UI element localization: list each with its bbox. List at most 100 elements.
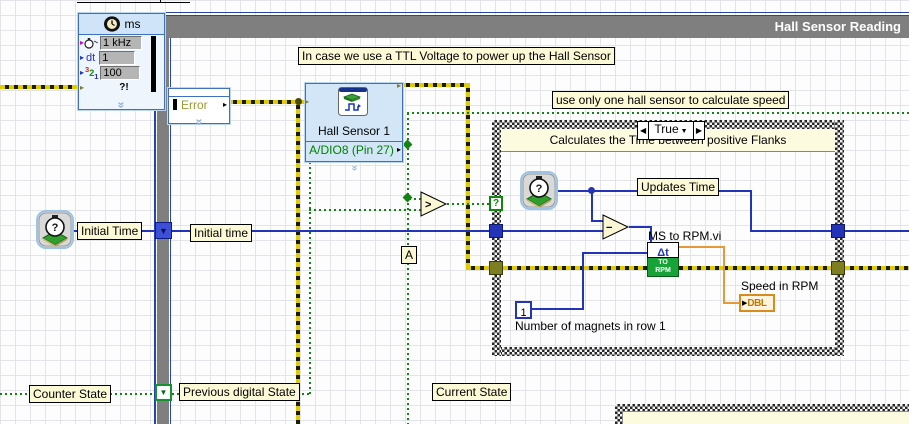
dt-label: dt bbox=[86, 51, 96, 64]
timed-loop-input-node[interactable]: ms ▸ 1 kHz ▸ dt 1 ▸ 321 100 ▸ ?! » bbox=[78, 13, 165, 110]
magnet-count-wire[interactable] bbox=[530, 308, 584, 310]
case-structure-border-left[interactable] bbox=[492, 120, 501, 356]
tunnel-error-out[interactable] bbox=[831, 261, 845, 275]
error-wire[interactable] bbox=[845, 266, 909, 270]
shift-register-digital-state[interactable]: ▼ bbox=[155, 384, 172, 401]
dt-field[interactable]: 1 bbox=[99, 50, 136, 65]
case-selector[interactable]: ◀ True ▼ ▶ bbox=[637, 121, 705, 140]
label-initial-time-constant[interactable]: Initial Time bbox=[77, 222, 143, 240]
wire-junction-diamond bbox=[402, 192, 413, 203]
hall-sensor-icon bbox=[338, 87, 368, 116]
case-selector-tunnel[interactable]: ? bbox=[489, 196, 503, 211]
count-field[interactable]: 100 bbox=[100, 65, 141, 80]
error-wire[interactable] bbox=[228, 100, 305, 104]
case-next-arrow[interactable]: ▶ bbox=[694, 123, 704, 138]
offscreen-node-edge bbox=[77, 2, 190, 3]
updates-time-wire[interactable] bbox=[845, 230, 909, 232]
321-glyph: 321 bbox=[85, 64, 99, 81]
to-rpm-box: TO RPM bbox=[647, 258, 679, 277]
label-previous-digital-state[interactable]: Previous digital State bbox=[179, 383, 300, 401]
case-selector-value[interactable]: True ▼ bbox=[648, 122, 694, 139]
comparison-result-wire[interactable] bbox=[447, 203, 490, 205]
tick-count-wire[interactable] bbox=[591, 191, 593, 221]
error-in-arrow-icon: ▸ bbox=[305, 97, 310, 106]
comment-one-sensor[interactable]: use only one hall sensor to calculate sp… bbox=[552, 91, 790, 109]
svg-text:−: − bbox=[606, 222, 612, 234]
speed-wire[interactable] bbox=[679, 246, 725, 248]
wire-junction-diamond bbox=[402, 139, 413, 150]
indicator-type: DBL bbox=[747, 297, 767, 309]
subtract-output-wire[interactable] bbox=[629, 226, 652, 228]
ms-to-rpm-subvi[interactable]: Δt TO RPM bbox=[647, 242, 679, 277]
case-structure-border-right[interactable] bbox=[835, 120, 844, 356]
hall-output-wire[interactable] bbox=[407, 112, 909, 114]
label-point-a[interactable]: A bbox=[401, 246, 418, 264]
error-wire[interactable] bbox=[401, 83, 470, 87]
hall-sensor-channel: A/DIO8 (Pin 27) bbox=[309, 143, 394, 157]
case2-border-left[interactable] bbox=[615, 404, 623, 424]
stopwatch-glyph-icon bbox=[84, 37, 99, 49]
svg-text:?: ? bbox=[52, 222, 59, 234]
error-expand-chevron[interactable]: » bbox=[169, 112, 229, 124]
speed-indicator-terminal[interactable]: ▶ DBL bbox=[739, 294, 775, 312]
output-arrow-icon: ▸ bbox=[396, 145, 401, 154]
case2-subdiagram-label bbox=[623, 412, 909, 424]
previous-state-wire[interactable] bbox=[309, 162, 311, 395]
error-wire-branch-down[interactable] bbox=[296, 100, 300, 424]
tunnel-error-in[interactable] bbox=[489, 261, 503, 275]
output-arrow-icon: ▸ bbox=[222, 99, 227, 109]
speed-wire[interactable] bbox=[723, 302, 739, 304]
magnet-count-constant[interactable]: 1 bbox=[515, 301, 532, 319]
blue-wire-junction bbox=[588, 187, 595, 194]
error-wire[interactable] bbox=[0, 85, 78, 89]
timed-loop-border-top[interactable] bbox=[78, 12, 909, 13]
hall-expand-chevron[interactable]: » bbox=[306, 156, 402, 169]
tunnel-initial-time-in[interactable] bbox=[489, 224, 503, 238]
error-node-row[interactable]: Error ▸ bbox=[169, 97, 229, 112]
error-wire[interactable] bbox=[466, 266, 490, 270]
ms-to-rpm-caption[interactable]: MS to RPM.vi bbox=[648, 229, 721, 243]
error-register-node[interactable]: Error ▸ » bbox=[168, 88, 230, 124]
shift-register-initial-time[interactable]: ▼ bbox=[155, 222, 172, 239]
timer-title: ms bbox=[124, 17, 141, 31]
labview-block-diagram: Hall Sensor Reading ms ▸ 1 kHz ▸ dt 1 ▸ … bbox=[0, 0, 909, 424]
speed-indicator-caption[interactable]: Speed in RPM bbox=[741, 279, 818, 293]
case-structure-border-bottom[interactable] bbox=[492, 347, 844, 356]
magnet-count-caption[interactable]: Number of magnets in row 1 bbox=[515, 319, 666, 333]
svg-text:?: ? bbox=[536, 183, 543, 195]
label-counter-state[interactable]: Counter State bbox=[29, 385, 112, 403]
case-prev-arrow[interactable]: ◀ bbox=[638, 123, 648, 138]
tick-count-icon[interactable]: ? bbox=[36, 210, 74, 249]
initial-time-wire[interactable] bbox=[503, 230, 605, 232]
timer-expand-chevron[interactable]: » bbox=[79, 95, 164, 109]
greater-than-operator[interactable]: > bbox=[420, 191, 448, 217]
timer-scrollbar[interactable] bbox=[151, 36, 156, 92]
label-current-state[interactable]: Current State bbox=[432, 383, 512, 401]
hall-sensor-name: Hall Sensor 1 bbox=[317, 124, 391, 138]
error-out-arrow-icon: ▸ bbox=[396, 81, 401, 90]
updates-time-wire[interactable] bbox=[716, 190, 752, 192]
tick-count-icon[interactable]: ? bbox=[520, 171, 558, 210]
loop-subdiagram-label-band[interactable]: Hall Sensor Reading bbox=[157, 16, 909, 38]
chevron-down-icon: » bbox=[192, 118, 206, 124]
tick-count-wire[interactable] bbox=[557, 190, 637, 192]
speed-wire[interactable] bbox=[723, 246, 725, 304]
label-initial-time-wire[interactable]: Initial time bbox=[190, 224, 253, 242]
hall-output-wire[interactable] bbox=[407, 113, 409, 424]
offscreen-node-edge-tick bbox=[160, 0, 161, 3]
updates-time-wire[interactable] bbox=[750, 190, 752, 232]
svg-text:>: > bbox=[425, 199, 431, 211]
magnet-count-wire[interactable] bbox=[582, 252, 584, 310]
rate-field[interactable]: 1 kHz bbox=[100, 35, 143, 50]
comment-ttl-note[interactable]: In case we use a TTL Voltage to power up… bbox=[298, 47, 615, 65]
metronome-icon bbox=[103, 16, 120, 32]
error-node-label: Error bbox=[181, 97, 208, 112]
tunnel-time-out[interactable] bbox=[831, 224, 845, 238]
case2-border-top[interactable] bbox=[615, 404, 909, 412]
updates-time-wire[interactable] bbox=[750, 230, 831, 232]
subtract-operator[interactable]: − bbox=[602, 214, 630, 240]
label-updates-time[interactable]: Updates Time bbox=[637, 178, 720, 196]
hall-sensor-node[interactable]: Hall Sensor 1 A/DIO8 (Pin 27) ▸ » ▸ ▸ bbox=[305, 81, 403, 169]
previous-state-wire[interactable] bbox=[309, 209, 423, 211]
magnet-count-wire[interactable] bbox=[582, 252, 647, 254]
